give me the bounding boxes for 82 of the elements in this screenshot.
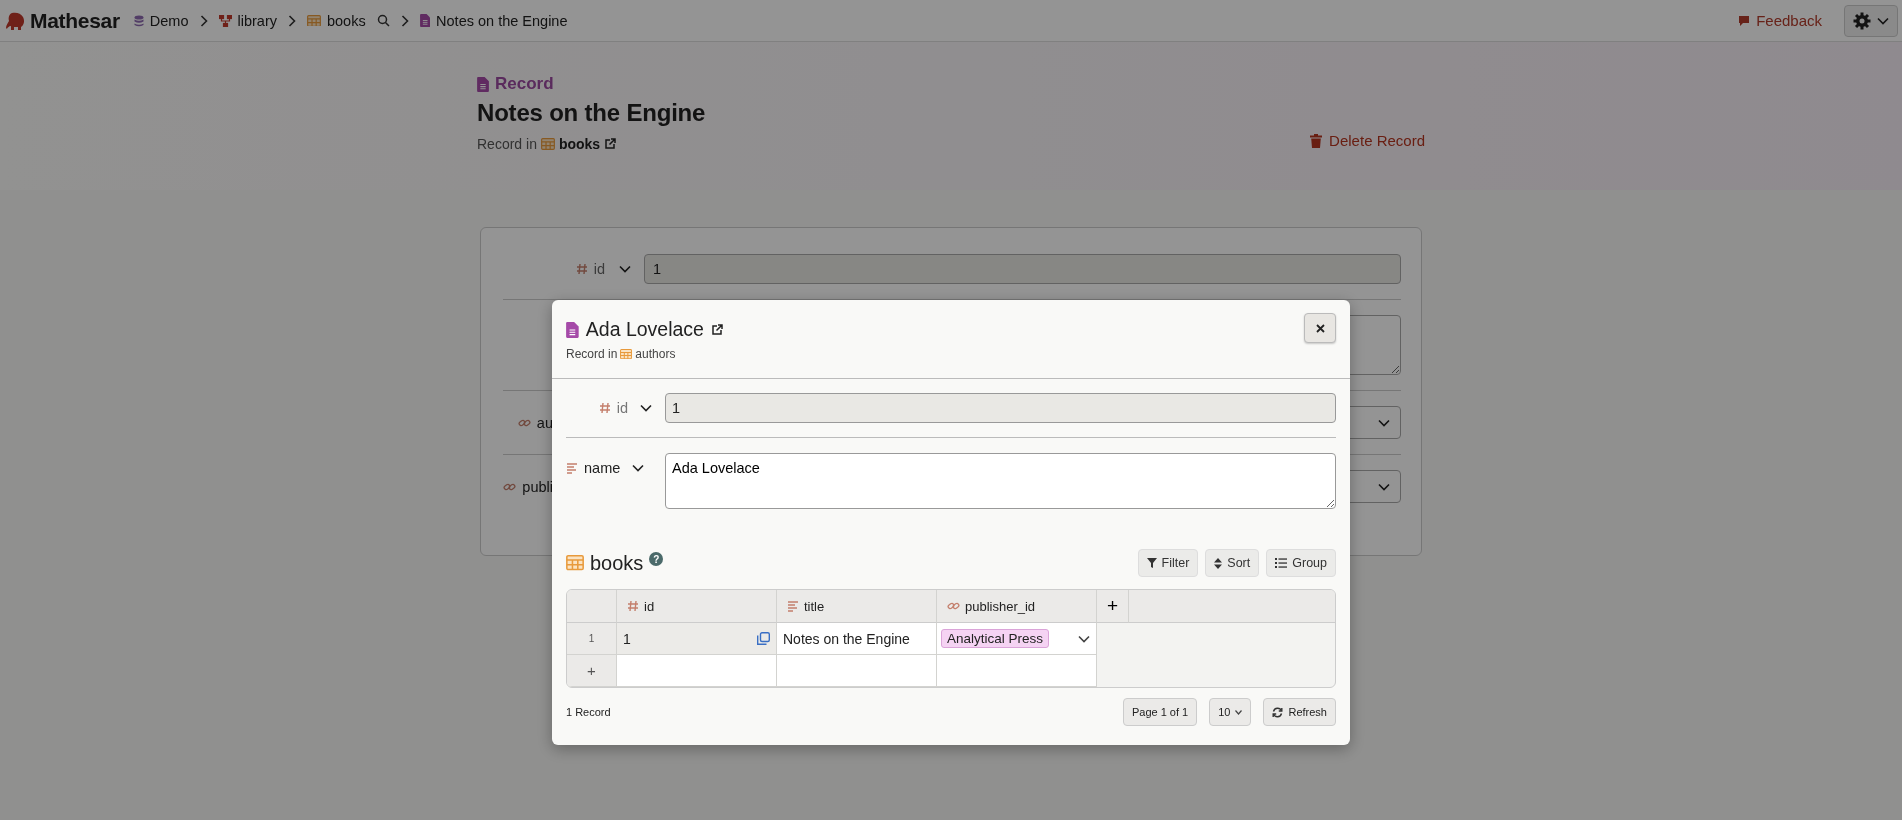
column-header[interactable]: publisher_id <box>937 590 1097 623</box>
chevron-down-icon[interactable] <box>640 404 652 412</box>
speech-bubble-icon <box>1738 14 1751 27</box>
document-icon <box>566 321 579 338</box>
table-icon <box>307 14 321 27</box>
chevron-down-icon[interactable] <box>1378 482 1390 491</box>
record-in-label: Record in <box>477 136 537 152</box>
database-icon <box>133 14 144 27</box>
external-link-icon[interactable] <box>604 138 617 150</box>
hash-icon <box>575 263 588 275</box>
chevron-down-icon[interactable] <box>1078 634 1090 643</box>
open-record-icon[interactable] <box>757 632 770 645</box>
refresh-icon <box>1272 706 1284 718</box>
table-cell[interactable] <box>937 655 1097 687</box>
help-icon[interactable]: ? <box>649 552 664 566</box>
chevron-down-icon <box>1235 709 1243 715</box>
record-title: Notes on the Engine <box>477 99 707 127</box>
delete-record-button[interactable]: Delete Record <box>1310 132 1425 149</box>
breadcrumb-link[interactable]: Notes on the Engine <box>419 12 568 29</box>
page-size-select[interactable]: 10 <box>1209 698 1252 726</box>
breadcrumb-link[interactable]: library <box>218 12 277 29</box>
filter-icon <box>1146 558 1157 568</box>
sort-icon <box>1214 557 1223 569</box>
table-icon <box>540 138 555 150</box>
elephant-logo-icon[interactable] <box>6 11 26 30</box>
linked-record-chip[interactable]: Analytical Press <box>941 629 1050 648</box>
field-label: name <box>584 460 621 476</box>
column-header[interactable]: title <box>777 590 937 623</box>
table-cell[interactable]: 1 <box>617 623 777 655</box>
pagination-button[interactable]: Page 1 of 1 <box>1122 698 1198 726</box>
record-count: 1 Record <box>566 706 611 718</box>
row-number: 1 <box>567 623 617 655</box>
add-row-button[interactable]: + <box>567 655 617 687</box>
link-icon <box>947 600 960 612</box>
search-icon[interactable] <box>376 14 390 27</box>
chevron-down-icon[interactable] <box>1378 418 1390 427</box>
hash-icon <box>627 600 639 612</box>
document-icon <box>419 14 431 27</box>
modal-title: Ada Lovelace <box>585 318 704 341</box>
add-column-button[interactable]: + <box>1097 590 1129 623</box>
chevron-right-icon <box>400 14 409 27</box>
record-in-label: Record in <box>566 347 618 361</box>
app-name: Mathesar <box>30 8 120 33</box>
name-field[interactable]: Ada Lovelace <box>665 453 1336 509</box>
feedback-link[interactable]: Feedback <box>1738 12 1822 29</box>
hash-icon <box>598 402 611 414</box>
chevron-down-icon[interactable] <box>619 265 631 273</box>
field-label: publi <box>522 478 553 495</box>
external-link-icon[interactable] <box>710 323 723 336</box>
record-type-label: Record <box>495 74 554 94</box>
chevron-down-icon[interactable] <box>632 464 645 472</box>
table-cell[interactable]: Notes on the Engine <box>777 623 937 655</box>
list-icon <box>1275 558 1288 568</box>
table-icon <box>566 555 584 571</box>
chevron-right-icon <box>199 14 208 27</box>
sort-button[interactable]: Sort <box>1205 549 1260 577</box>
document-icon <box>477 76 489 92</box>
table-cell[interactable]: Analytical Press <box>937 623 1097 655</box>
field-label: id <box>593 261 605 277</box>
schema-icon <box>218 14 232 27</box>
table-cell[interactable] <box>777 655 937 687</box>
table-icon <box>620 348 633 360</box>
close-button[interactable] <box>1304 313 1336 343</box>
filter-button[interactable]: Filter <box>1137 549 1199 577</box>
trash-icon <box>1310 133 1323 148</box>
group-button[interactable]: Group <box>1266 549 1336 577</box>
text-lines-icon <box>787 600 799 612</box>
close-icon <box>1315 323 1325 333</box>
breadcrumb-link[interactable]: Demo <box>133 12 189 29</box>
column-header[interactable]: id <box>617 590 777 623</box>
chevron-right-icon <box>288 14 296 27</box>
table-cell[interactable] <box>617 655 777 687</box>
related-table-title: books <box>590 551 644 575</box>
field-label: au <box>536 414 553 431</box>
settings-button[interactable] <box>1844 4 1898 37</box>
breadcrumb-link[interactable]: books <box>307 12 366 29</box>
table-link[interactable]: authors <box>635 347 676 361</box>
settings-icon <box>1853 11 1871 30</box>
refresh-button[interactable]: Refresh <box>1263 698 1336 726</box>
text-lines-icon <box>566 462 578 474</box>
table-link[interactable]: books <box>558 136 601 152</box>
field-label: id <box>616 400 628 416</box>
